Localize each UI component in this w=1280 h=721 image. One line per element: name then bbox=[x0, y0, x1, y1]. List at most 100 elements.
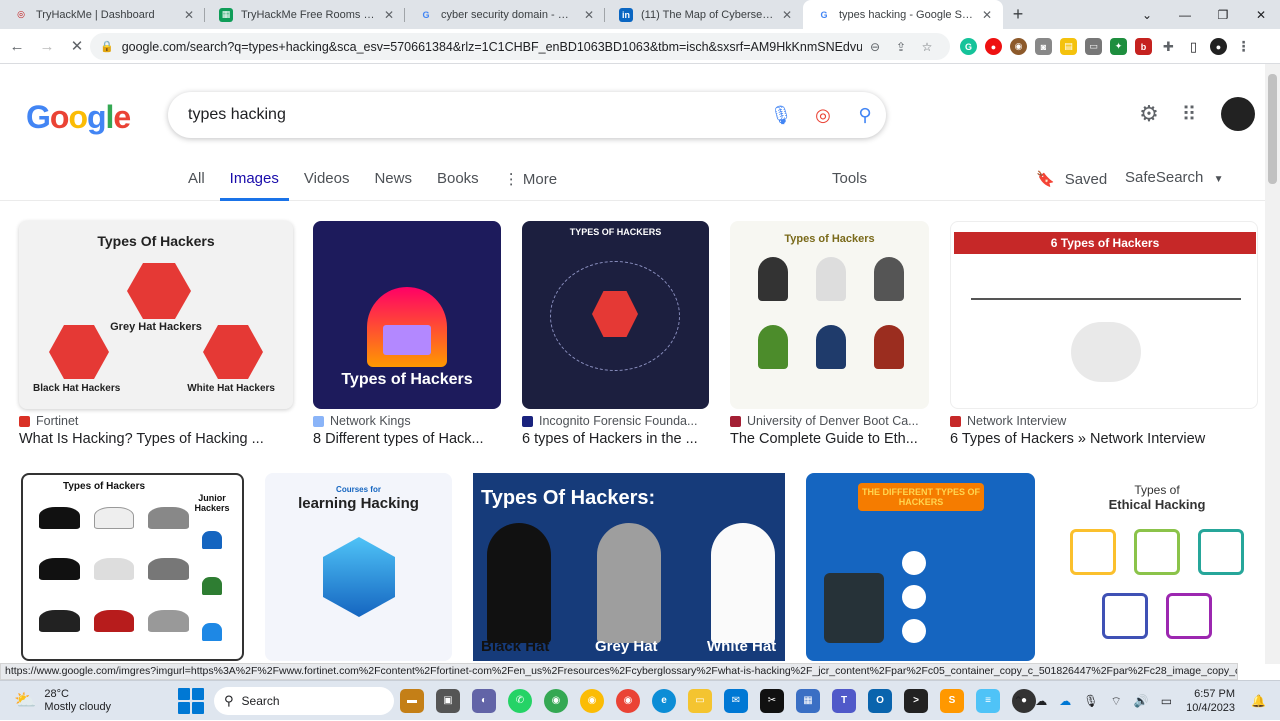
search-box[interactable]: types hacking 🎙 ◎ ⚲ bbox=[168, 92, 886, 138]
chrome-icon[interactable]: ◉ bbox=[544, 688, 568, 713]
browser-tab-tryhackme-dashboard[interactable]: ◎ TryHackMe | Dashboard ✕ bbox=[0, 0, 205, 29]
store-icon[interactable]: ▦ bbox=[796, 688, 820, 713]
result-thumbnail[interactable]: Types of Hackers Junior Hackers bbox=[21, 473, 244, 661]
cookie-extension-icon[interactable]: ◉ bbox=[1010, 38, 1027, 55]
image-result[interactable]: THE DIFFERENT TYPES OF HACKERS bbox=[806, 473, 1035, 661]
result-caption[interactable]: 6 Types of Hackers » Network Interview bbox=[950, 431, 1258, 447]
tab-news[interactable]: News bbox=[374, 160, 412, 201]
notes-extension-icon[interactable]: ▤ bbox=[1060, 38, 1077, 55]
apps-grid-icon[interactable]: ⠿ bbox=[1169, 102, 1209, 127]
gear-icon[interactable]: ⚙ bbox=[1129, 101, 1169, 127]
search-input[interactable]: types hacking bbox=[188, 106, 760, 124]
puzzle-green-extension-icon[interactable]: ✦ bbox=[1110, 38, 1127, 55]
zoom-icon[interactable]: ⊖ bbox=[862, 40, 888, 54]
safesearch-dropdown[interactable]: SafeSearch ▼ bbox=[1125, 169, 1223, 186]
image-result[interactable]: Types of Hackers University of Denver Bo… bbox=[730, 221, 929, 447]
browser-tab-cyber-security[interactable]: G cyber security domain - Google ✕ bbox=[405, 0, 605, 29]
close-icon[interactable]: ✕ bbox=[979, 8, 995, 22]
close-icon[interactable]: ✕ bbox=[779, 8, 795, 22]
chrome-icon[interactable]: ◉ bbox=[580, 688, 604, 713]
image-result[interactable]: Courses for learning Hacking bbox=[265, 473, 452, 661]
tab-all[interactable]: All bbox=[188, 160, 205, 201]
wifi-icon[interactable]: ⌔ bbox=[1111, 694, 1122, 709]
browser-tab-types-hacking[interactable]: G types hacking - Google Search ✕ bbox=[803, 0, 1003, 29]
result-caption[interactable]: What Is Hacking? Types of Hacking ... bbox=[19, 431, 293, 447]
edge-icon[interactable]: e bbox=[652, 688, 676, 713]
result-source[interactable]: University of Denver Boot Ca... bbox=[730, 414, 929, 428]
lock-icon[interactable]: 🔒 bbox=[100, 40, 114, 53]
search-icon[interactable]: ⚲ bbox=[844, 105, 886, 126]
red-extension-icon[interactable]: b bbox=[1135, 38, 1152, 55]
task-view-icon[interactable]: ▣ bbox=[436, 688, 460, 713]
screen-extension-icon[interactable]: ▭ bbox=[1085, 38, 1102, 55]
close-icon[interactable]: ✕ bbox=[581, 8, 597, 22]
outlook-icon[interactable]: O bbox=[868, 688, 892, 713]
file-explorer-icon[interactable]: ▭ bbox=[688, 688, 712, 713]
page-scrollbar[interactable] bbox=[1265, 64, 1280, 664]
result-caption[interactable]: The Complete Guide to Eth... bbox=[730, 431, 929, 447]
image-result[interactable]: Types of Hackers Network Kings 8 Differe… bbox=[313, 221, 501, 447]
share-icon[interactable]: ⇪ bbox=[888, 40, 914, 54]
mail-icon[interactable]: ✉ bbox=[724, 688, 748, 713]
camera-extension-icon[interactable]: ◙ bbox=[1035, 38, 1052, 55]
result-thumbnail[interactable]: Types of Hackers bbox=[730, 221, 929, 409]
microphone-icon[interactable]: 🎙 bbox=[760, 105, 802, 126]
saved-button[interactable]: 🔖 Saved bbox=[1036, 170, 1107, 189]
weather-widget[interactable]: ⛅ 28°C Mostly cloudy bbox=[14, 688, 154, 714]
close-window-icon[interactable]: ✕ bbox=[1242, 0, 1280, 29]
forward-icon[interactable]: → bbox=[34, 33, 60, 59]
restore-icon[interactable]: ❐ bbox=[1204, 0, 1242, 29]
chrome-active-icon[interactable]: ◉ bbox=[616, 688, 640, 713]
tab-images[interactable]: Images bbox=[219, 160, 289, 201]
adblock-extension-icon[interactable]: ● bbox=[985, 38, 1002, 55]
profile-avatar-icon[interactable]: ● bbox=[1210, 38, 1227, 55]
result-caption[interactable]: 6 types of Hackers in the ... bbox=[522, 431, 709, 447]
result-thumbnail[interactable]: THE DIFFERENT TYPES OF HACKERS bbox=[806, 473, 1035, 661]
teams-icon[interactable]: T bbox=[832, 688, 856, 713]
sidebar-panel-icon[interactable]: ▯ bbox=[1185, 38, 1202, 55]
close-icon[interactable]: ✕ bbox=[381, 8, 397, 22]
notification-bell-icon[interactable]: 🔔 bbox=[1251, 694, 1266, 708]
browser-tab-free-rooms[interactable]: ▦ TryHackMe Free Rooms - Google ✕ bbox=[205, 0, 405, 29]
browser-menu-icon[interactable]: ⋮ bbox=[1235, 38, 1252, 55]
result-thumbnail[interactable]: TYPES OF HACKERS bbox=[522, 221, 709, 409]
capcut-icon[interactable]: ✂ bbox=[760, 688, 784, 713]
tools-button[interactable]: Tools bbox=[832, 170, 867, 187]
result-thumbnail[interactable]: 6 Types of Hackers bbox=[950, 221, 1258, 409]
tab-more[interactable]: ⋮ More bbox=[504, 160, 557, 201]
grammarly-extension-icon[interactable]: G bbox=[960, 38, 977, 55]
scrollbar-thumb[interactable] bbox=[1268, 74, 1277, 184]
lens-camera-icon[interactable]: ◎ bbox=[802, 105, 844, 126]
volume-icon[interactable]: 🔊 bbox=[1134, 694, 1149, 708]
image-result[interactable]: Types of Ethical Hacking bbox=[1056, 473, 1258, 661]
taskbar-search[interactable]: ⚲ Search bbox=[214, 686, 394, 715]
result-source[interactable]: Fortinet bbox=[19, 414, 293, 428]
image-result[interactable]: TYPES OF HACKERS Incognito Forensic Foun… bbox=[522, 221, 709, 447]
address-bar[interactable]: 🔒 google.com/search?q=types+hacking&sca_… bbox=[90, 33, 950, 60]
notepad-icon[interactable]: ≡ bbox=[976, 688, 1000, 713]
battery-icon[interactable]: ▭ bbox=[1161, 694, 1172, 708]
clock[interactable]: 6:57 PM 10/4/2023 bbox=[1186, 687, 1235, 715]
back-icon[interactable]: ← bbox=[4, 33, 30, 59]
avatar[interactable] bbox=[1221, 97, 1255, 131]
result-source[interactable]: Network Kings bbox=[313, 414, 501, 428]
teams-chat-icon[interactable]: ◐ bbox=[472, 688, 496, 713]
new-tab-button[interactable]: + bbox=[1003, 0, 1033, 29]
result-thumbnail[interactable]: Types of Hackers bbox=[313, 221, 501, 409]
result-thumbnail[interactable]: Courses for learning Hacking bbox=[265, 473, 452, 661]
minimize-icon[interactable]: — bbox=[1166, 0, 1204, 29]
extensions-puzzle-icon[interactable]: ✚ bbox=[1160, 38, 1177, 55]
result-source[interactable]: Network Interview bbox=[950, 414, 1258, 428]
image-result[interactable]: Types of Hackers Junior Hackers bbox=[21, 473, 244, 661]
whatsapp-icon[interactable]: ✆ bbox=[508, 688, 532, 713]
briefcase-app-icon[interactable]: ▬ bbox=[400, 688, 424, 713]
bookmark-star-icon[interactable]: ☆ bbox=[914, 40, 940, 54]
stop-loading-icon[interactable]: ✕ bbox=[64, 33, 90, 59]
chevron-up-icon[interactable]: ⌃ bbox=[1013, 694, 1023, 708]
browser-tab-linkedin[interactable]: in (11) The Map of Cybersecurity D ✕ bbox=[605, 0, 803, 29]
result-thumbnail[interactable]: Types Of Hackers: Black Hat Grey Hat Whi… bbox=[473, 473, 785, 661]
cloud-icon[interactable]: ☁ bbox=[1035, 694, 1047, 708]
microphone-icon[interactable]: 🎙 bbox=[1083, 694, 1098, 708]
tab-books[interactable]: Books bbox=[437, 160, 479, 201]
tab-videos[interactable]: Videos bbox=[304, 160, 350, 201]
